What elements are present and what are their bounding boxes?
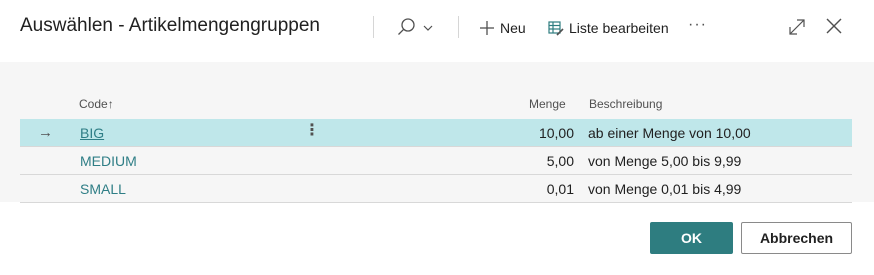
column-header-code[interactable]: Code↑ (79, 97, 114, 111)
code-link[interactable]: MEDIUM (80, 153, 137, 169)
code-link[interactable]: SMALL (80, 181, 126, 197)
table-row[interactable]: MEDIUM 5,00 von Menge 5,00 bis 9,99 (20, 147, 852, 175)
edit-list-button-label: Liste bearbeiten (569, 20, 669, 36)
edit-list-button[interactable]: Liste bearbeiten (548, 14, 669, 42)
code-link[interactable]: BIG (80, 125, 104, 141)
description-cell: ab einer Menge von 10,00 (588, 125, 751, 141)
new-button-label: Neu (500, 20, 526, 36)
column-header-quantity[interactable]: Menge (529, 97, 566, 111)
cancel-button[interactable]: Abbrechen (741, 222, 852, 254)
description-cell: von Menge 0,01 bis 4,99 (588, 181, 742, 197)
table-row[interactable]: → BIG ⋮ 10,00 ab einer Menge von 10,00 (20, 119, 852, 147)
column-header-description[interactable]: Beschreibung (589, 97, 662, 111)
expand-icon[interactable] (788, 18, 806, 41)
close-icon[interactable] (825, 17, 843, 40)
row-menu-icon[interactable]: ⋮ (304, 122, 320, 140)
more-options-button[interactable]: ··· (688, 16, 707, 34)
sort-ascending-icon: ↑ (107, 97, 114, 111)
description-cell: von Menge 5,00 bis 9,99 (588, 153, 742, 169)
toolbar-divider (373, 16, 374, 38)
dialog-title: Auswählen - Artikelmengengruppen (20, 15, 320, 36)
ok-button[interactable]: OK (650, 222, 733, 254)
search-icon (398, 18, 433, 35)
plus-icon (480, 21, 494, 35)
data-table: → BIG ⋮ 10,00 ab einer Menge von 10,00 M… (20, 119, 852, 203)
selection-arrow-icon: → (38, 124, 53, 141)
table-row[interactable]: SMALL 0,01 von Menge 0,01 bis 4,99 (20, 175, 852, 203)
quantity-cell: 5,00 (546, 153, 574, 169)
quantity-cell: 0,01 (546, 181, 574, 197)
search-button[interactable] (392, 14, 440, 42)
toolbar-divider (458, 16, 459, 38)
dialog-header: Auswählen - Artikelmengengruppen Neu Lis… (0, 0, 874, 62)
new-button[interactable]: Neu (479, 14, 526, 42)
column-header-code-label: Code (79, 97, 108, 111)
quantity-cell: 10,00 (538, 125, 574, 141)
list-content: Code↑ Menge Beschreibung → BIG ⋮ 10,00 a… (0, 62, 874, 203)
edit-list-icon (548, 21, 564, 36)
